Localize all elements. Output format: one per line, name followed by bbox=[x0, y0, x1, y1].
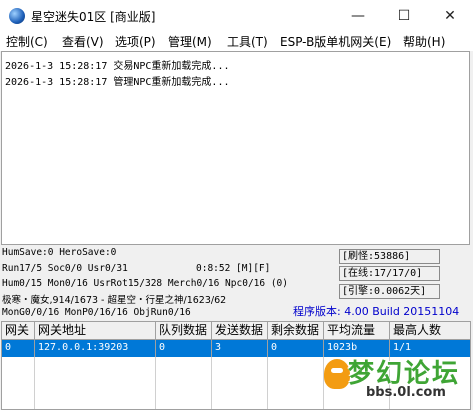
header-gateway[interactable]: 网关 bbox=[2, 322, 35, 340]
version-label: 程序版本: 4.00 Build 20151104 bbox=[293, 305, 460, 318]
menu-view[interactable]: 查看(V) bbox=[62, 33, 104, 50]
log-panel[interactable]: 2026-1-3 15:28:17 交易NPC重新加载完成... 2026-1-… bbox=[1, 51, 470, 245]
status-uptime: 0:8:52 [M][F] bbox=[196, 263, 271, 274]
online-box: [在线:17/17/0] bbox=[339, 266, 440, 281]
header-queue[interactable]: 队列数据 bbox=[156, 322, 212, 340]
column-divider bbox=[155, 357, 156, 409]
cell-sent: 3 bbox=[212, 340, 268, 357]
menu-tools[interactable]: 工具(T) bbox=[227, 33, 268, 50]
maximize-button[interactable]: ☐ bbox=[381, 0, 427, 31]
minimize-button[interactable]: — bbox=[335, 0, 381, 31]
engine-box: [引擎:0.0062天] bbox=[339, 284, 440, 299]
title-bar: 星空迷失01区 [商业版] — ☐ ✕ bbox=[0, 0, 473, 31]
status-run: Run17/5 Soc0/0 Usr0/31 bbox=[2, 263, 128, 274]
column-divider bbox=[267, 357, 268, 409]
status-save: HumSave:0 HeroSave:0 bbox=[2, 247, 117, 258]
header-remaining[interactable]: 剩余数据 bbox=[268, 322, 324, 340]
header-traffic[interactable]: 平均流量 bbox=[324, 322, 390, 340]
header-sent[interactable]: 发送数据 bbox=[212, 322, 268, 340]
column-divider bbox=[34, 357, 35, 409]
cell-queue: 0 bbox=[156, 340, 212, 357]
refresh-monster-box: [刷怪:53886] bbox=[339, 249, 440, 264]
status-monsters: MonG0/0/16 MonP0/16/16 ObjRun0/16 bbox=[2, 307, 191, 318]
log-line: 2026-1-3 15:28:17 交易NPC重新加载完成... bbox=[5, 61, 230, 72]
header-address[interactable]: 网关地址 bbox=[35, 322, 156, 340]
table-header: 网关 网关地址 队列数据 发送数据 剩余数据 平均流量 最高人数 bbox=[2, 322, 470, 340]
close-button[interactable]: ✕ bbox=[427, 0, 473, 31]
cell-address: 127.0.0.1:39203 bbox=[35, 340, 156, 357]
header-max-users[interactable]: 最高人数 bbox=[390, 322, 470, 340]
menu-manage[interactable]: 管理(M) bbox=[168, 33, 212, 50]
forum-watermark: 梦幻论坛 bbs.0l.com bbox=[320, 353, 470, 409]
log-line: 2026-1-3 15:28:17 管理NPC重新加载完成... bbox=[5, 77, 230, 88]
menu-options[interactable]: 选项(P) bbox=[115, 33, 156, 50]
app-globe-icon bbox=[9, 8, 25, 24]
status-counts: Hum0/15 Mon0/16 UsrRot15/328 Merch0/16 N… bbox=[2, 278, 288, 289]
status-players: 极寒・魔女,914/1673 - 超星空・行星之神/1623/62 bbox=[2, 295, 227, 306]
window-title: 星空迷失01区 [商业版] bbox=[31, 10, 156, 24]
cell-remaining: 0 bbox=[268, 340, 324, 357]
menu-gateway[interactable]: ESP-B版单机网关(E) bbox=[280, 33, 391, 50]
column-divider bbox=[211, 357, 212, 409]
menu-control[interactable]: 控制(C) bbox=[6, 33, 48, 50]
watermark-url: bbs.0l.com bbox=[366, 385, 446, 400]
menu-help[interactable]: 帮助(H) bbox=[403, 33, 445, 50]
menu-bar: 控制(C) 查看(V) 选项(P) 管理(M) 工具(T) ESP-B版单机网关… bbox=[0, 31, 473, 51]
mascot-icon bbox=[324, 359, 350, 389]
cell-gateway: 0 bbox=[2, 340, 35, 357]
